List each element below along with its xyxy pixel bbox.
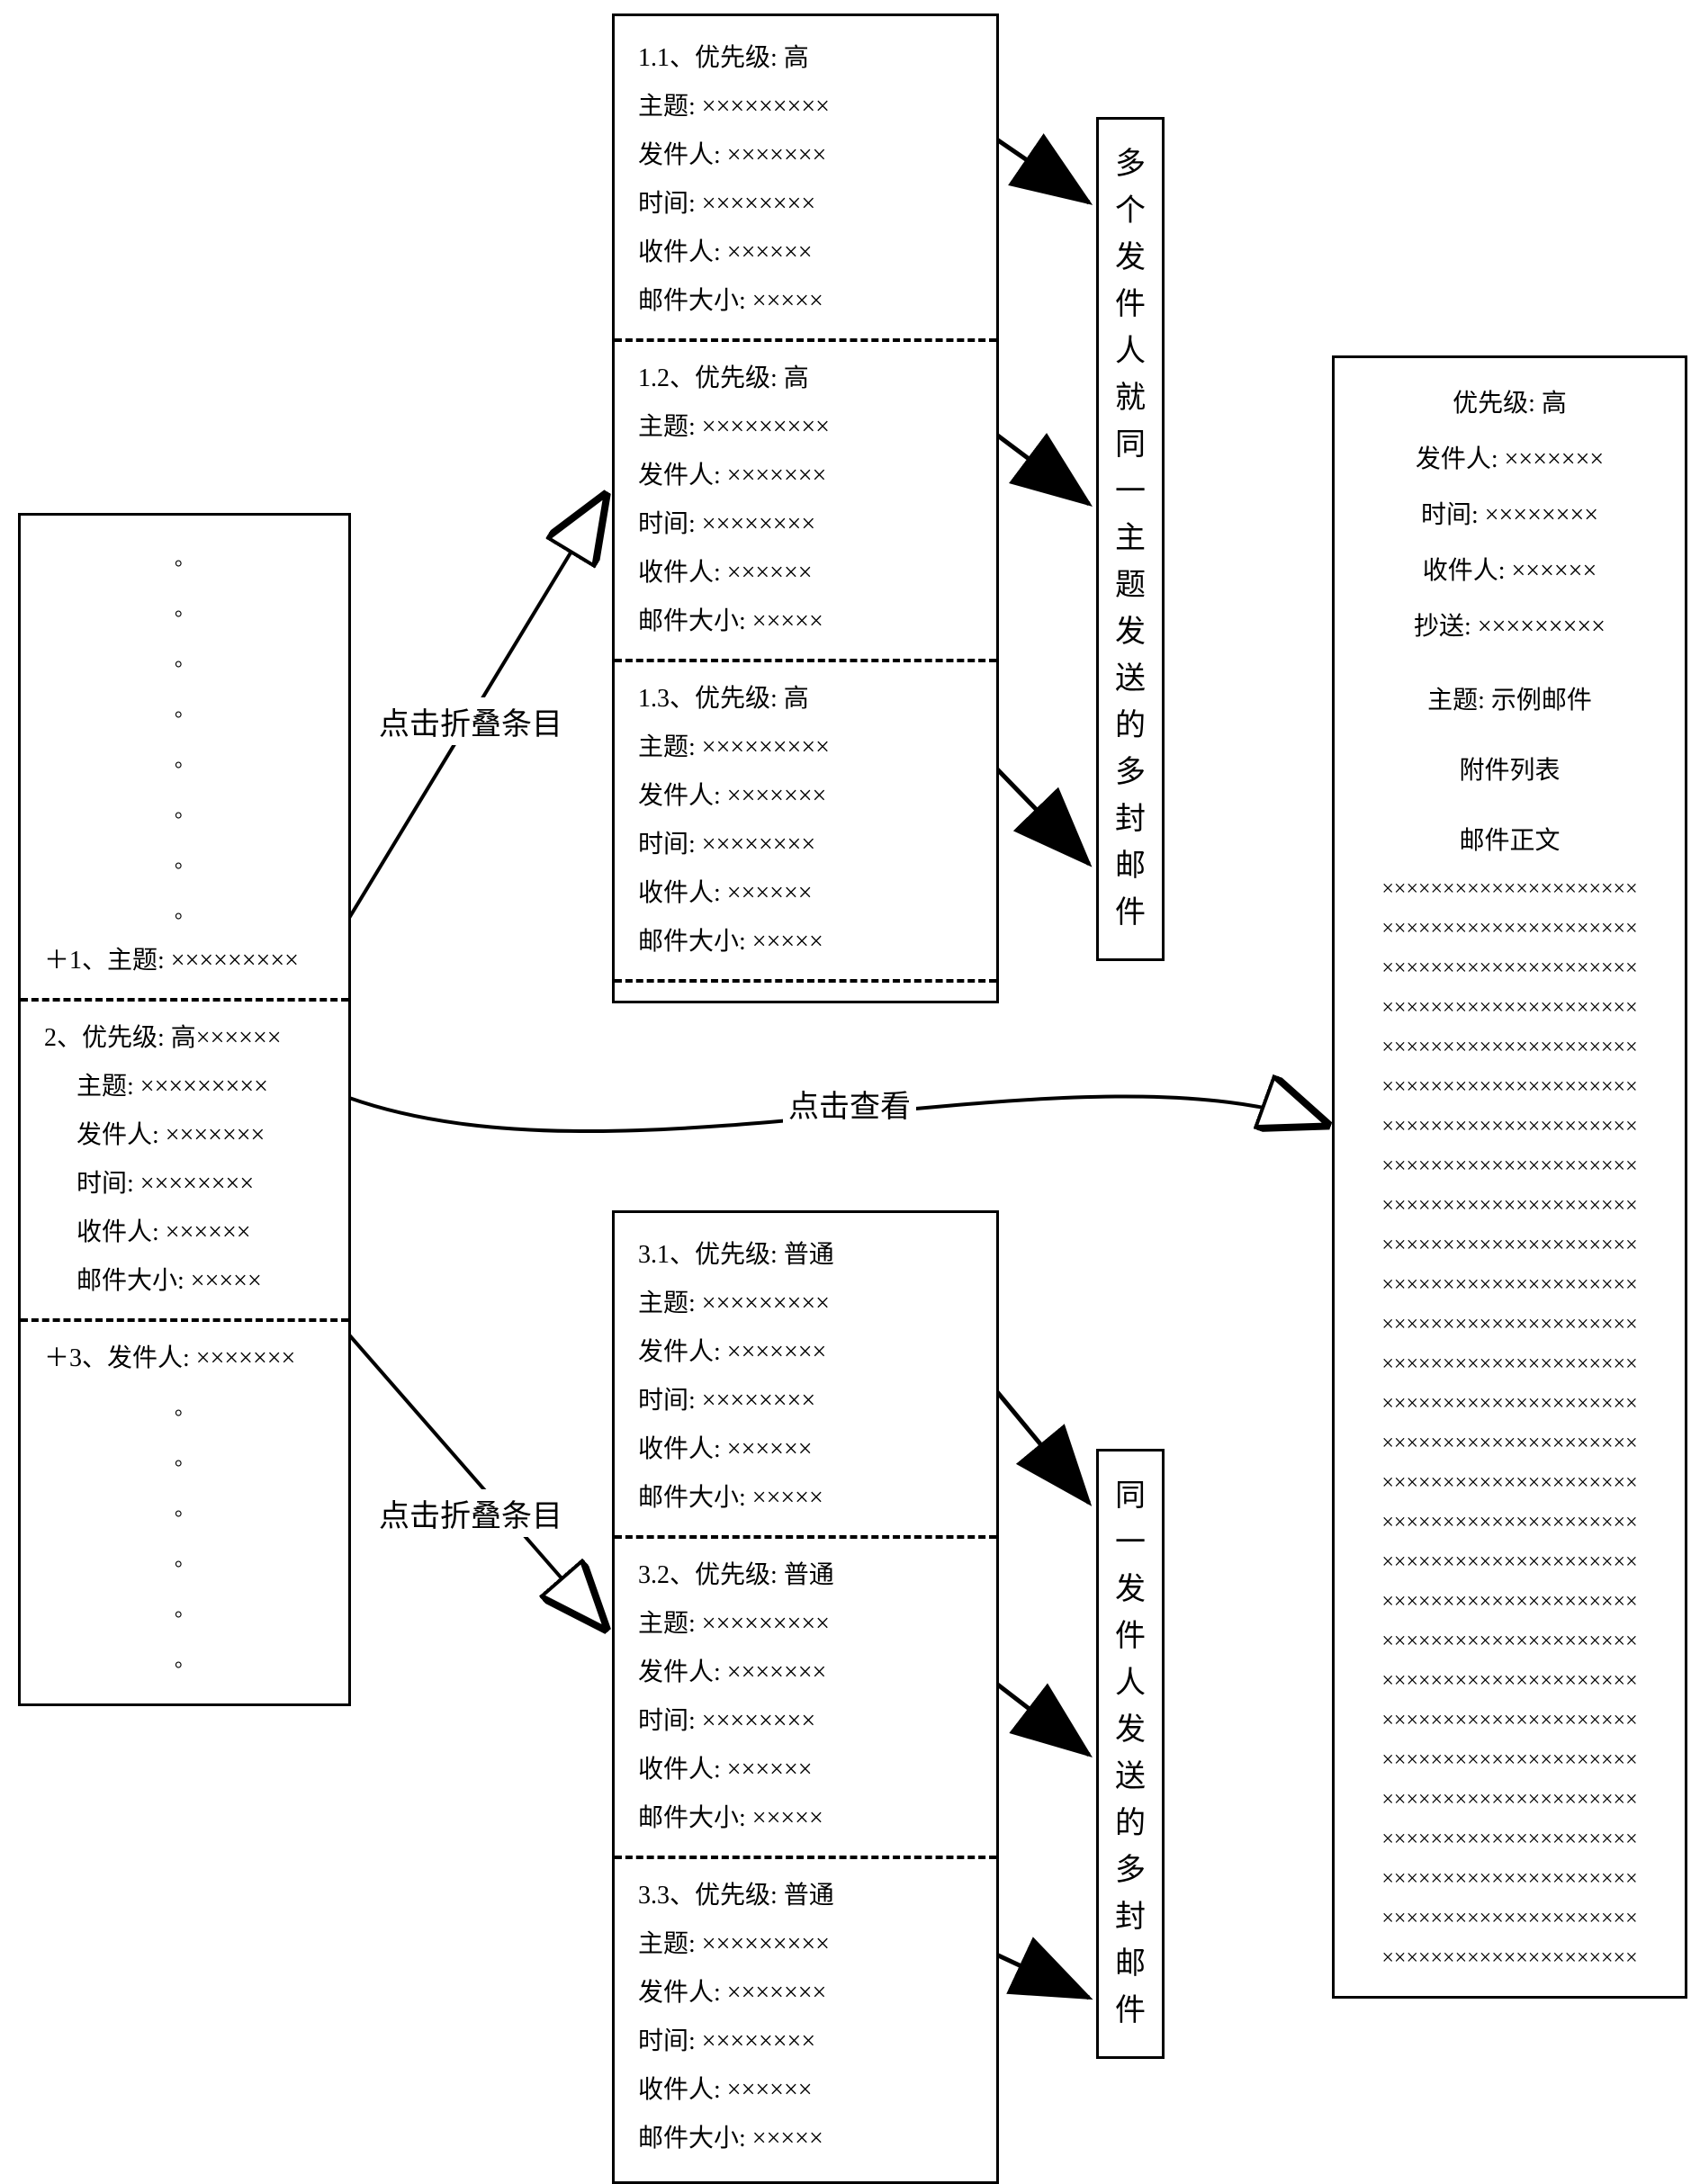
recipient-row: 收件人: ×××××× [638,2066,973,2115]
dots-top: 。 。 。 。 。 。 。 。 [44,534,325,937]
attachment-list-label: 附件列表 [1358,743,1661,799]
priority-row: 2、优先级: 高×××××× [44,1014,325,1063]
label-expand-bottom: 点击折叠条目 [373,1489,568,1537]
note-same-sender-multiple-mails: 同一发件人发送的多封邮件 [1096,1449,1165,2059]
priority-row: 1.1、优先级: 高 [638,34,973,83]
detail-priority: 优先级: 高 [1358,376,1661,432]
recipient-row: 收件人: ×××××× [638,549,973,598]
time-row: 时间: ×××××××× [638,1697,973,1746]
sender-row: 发件人: ××××××× [638,772,973,821]
size-row: 邮件大小: ××××× [638,918,973,966]
separator [615,1856,996,1859]
expanded-item-1-2[interactable]: 1.2、优先级: 高 主题: ××××××××× 发件人: ××××××× 时间… [638,355,973,646]
mail-detail-panel: 优先级: 高 发件人: ××××××× 时间: ×××××××× 收件人: ××… [1332,355,1687,1999]
size-row: 邮件大小: ××××× [638,1474,973,1523]
mail-item-2[interactable]: 2、优先级: 高×××××× 主题: ××××××××× 发件人: ××××××… [44,1014,325,1306]
sender-row: 发件人: ××××××× [638,452,973,500]
separator [21,1318,348,1322]
recipient-row: 收件人: ×××××× [638,229,973,277]
priority-row: 1.3、优先级: 高 [638,675,973,724]
separator [615,659,996,662]
subject-row: 主题: ××××××××× [638,83,973,131]
subject-row: 主题: ××××××××× [638,724,973,772]
subject-row: 主题: ××××××××× [638,1600,973,1649]
separator [21,998,348,1002]
priority-row: 1.2、优先级: 高 [638,355,973,403]
collapsed-item-1[interactable]: ＋1、主题: ××××××××× [44,937,325,985]
detail-cc: 抄送: ××××××××× [1358,599,1661,655]
separator [615,979,996,983]
mail-body-label: 邮件正文 [1358,813,1661,869]
size-row: 邮件大小: ××××× [638,277,973,326]
recipient-row: 收件人: ×××××× [638,869,973,918]
collapsed-item-3[interactable]: ＋3、发件人: ××××××× [44,1335,325,1383]
subject-row: 主题: ××××××××× [44,1063,325,1111]
detail-sender: 发件人: ××××××× [1358,432,1661,488]
expanded-item-3-3[interactable]: 3.3、优先级: 普通 主题: ××××××××× 发件人: ××××××× 时… [638,1872,973,2163]
separator [615,1535,996,1539]
subject-row: 主题: ××××××××× [638,1280,973,1328]
time-row: 时间: ×××××××× [638,500,973,549]
detail-time: 时间: ×××××××× [1358,488,1661,544]
expanded-item-3-2[interactable]: 3.2、优先级: 普通 主题: ××××××××× 发件人: ××××××× 时… [638,1551,973,1843]
sender-row: 发件人: ××××××× [638,1328,973,1377]
expanded-item-1-3[interactable]: 1.3、优先级: 高 主题: ××××××××× 发件人: ××××××× 时间… [638,675,973,966]
sender-row: 发件人: ××××××× [44,1111,325,1160]
size-row: 邮件大小: ××××× [638,1794,973,1843]
expanded-by-sender-panel: 3.1、优先级: 普通 主题: ××××××××× 发件人: ××××××× 时… [612,1210,999,2184]
recipient-row: 收件人: ×××××× [638,1425,973,1474]
sender-row: 发件人: ××××××× [638,1969,973,2018]
recipient-row: 收件人: ×××××× [44,1209,325,1257]
label-expand-top: 点击折叠条目 [373,697,568,745]
separator [615,338,996,342]
dots-bottom: 。 。 。 。 。 。 [44,1383,325,1685]
size-row: 邮件大小: ××××× [638,598,973,646]
time-row: 时间: ×××××××× [638,180,973,229]
time-row: 时间: ×××××××× [638,821,973,869]
note-multiple-senders-same-subject: 多个发件人就同一主题发送的多封邮件 [1096,117,1165,961]
priority-row: 3.1、优先级: 普通 [638,1231,973,1280]
subject-row: 主题: ××××××××× [638,403,973,452]
sender-row: 发件人: ××××××× [638,131,973,180]
priority-row: 3.3、优先级: 普通 [638,1872,973,1920]
priority-row: 3.2、优先级: 普通 [638,1551,973,1600]
time-row: 时间: ×××××××× [638,1377,973,1425]
time-row: 时间: ×××××××× [44,1160,325,1209]
time-row: 时间: ×××××××× [638,2018,973,2066]
recipient-row: 收件人: ×××××× [638,1746,973,1794]
size-row: 邮件大小: ××××× [44,1257,325,1306]
sender-row: 发件人: ××××××× [638,1649,973,1697]
expanded-item-1-1[interactable]: 1.1、优先级: 高 主题: ××××××××× 发件人: ××××××× 时间… [638,34,973,326]
detail-subject: 主题: 示例邮件 [1358,673,1661,729]
detail-recipient: 收件人: ×××××× [1358,544,1661,599]
expanded-by-subject-panel: 1.1、优先级: 高 主题: ××××××××× 发件人: ××××××× 时间… [612,13,999,1003]
subject-row: 主题: ××××××××× [638,1920,973,1969]
mail-summary-panel: 。 。 。 。 。 。 。 。 ＋1、主题: ××××××××× 2、优先级: … [18,513,351,1706]
mail-body-content: ××××××××××××××××××××××××××××××××××××××××… [1358,869,1661,1978]
label-click-view: 点击查看 [783,1080,916,1128]
expanded-item-3-1[interactable]: 3.1、优先级: 普通 主题: ××××××××× 发件人: ××××××× 时… [638,1231,973,1523]
size-row: 邮件大小: ××××× [638,2115,973,2163]
